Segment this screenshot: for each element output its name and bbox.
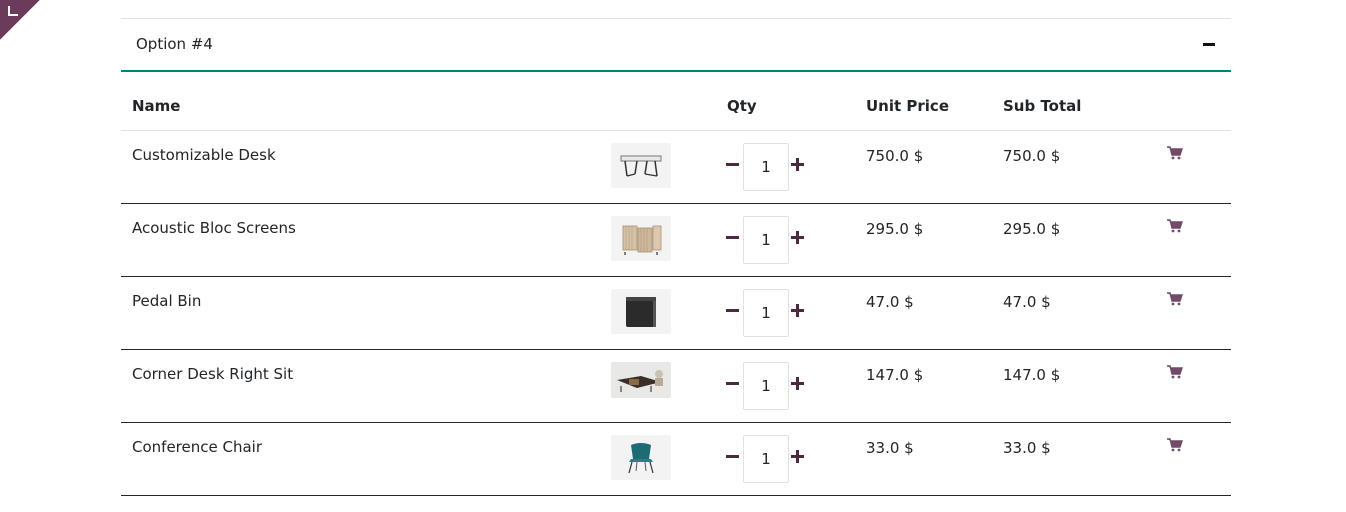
qty-decrease-button[interactable] [726, 376, 740, 390]
previous-option-title: O [135, 0, 146, 4]
product-name: Customizable Desk [132, 146, 276, 164]
chair-thumbnail [611, 435, 671, 480]
unit-price: 147.0 $ [866, 366, 924, 384]
qty-decrease-button[interactable] [726, 230, 740, 244]
table-row: Acoustic Bloc Screens 295.0 $ 295.0 $ [121, 204, 1231, 277]
sub-total: 750.0 $ [1003, 147, 1061, 165]
qty-input[interactable] [743, 435, 789, 483]
option-title: Option #4 [136, 35, 213, 53]
screens-thumbnail [611, 216, 671, 261]
previous-option-header[interactable]: O [121, 0, 1231, 19]
qty-input[interactable] [743, 289, 789, 337]
table-header: Name Qty Unit Price Sub Total [121, 72, 1231, 131]
product-name: Pedal Bin [132, 292, 202, 310]
sub-total: 147.0 $ [1003, 366, 1061, 384]
optional-products-table: Name Qty Unit Price Sub Total Customizab… [121, 72, 1231, 496]
qty-decrease-button[interactable] [726, 157, 740, 171]
table-row: Corner Desk Right Sit 147.0 $ 147.0 $ [121, 350, 1231, 423]
minus-icon[interactable] [1203, 43, 1215, 46]
qty-increase-button[interactable] [791, 303, 805, 317]
qty-decrease-button[interactable] [726, 303, 740, 317]
unit-price: 295.0 $ [866, 220, 924, 238]
qty-input[interactable] [743, 216, 789, 264]
sub-total: 295.0 $ [1003, 220, 1061, 238]
sub-total: 47.0 $ [1003, 293, 1051, 311]
table-row: Pedal Bin 47.0 $ 47.0 $ [121, 277, 1231, 350]
column-header-qty: Qty [727, 97, 757, 115]
option-header[interactable]: Option #4 [121, 19, 1231, 72]
unit-price: 33.0 $ [866, 439, 914, 457]
qty-input[interactable] [743, 362, 789, 410]
shopping-cart-icon[interactable] [1167, 291, 1183, 306]
table-row: Conference Chair 33.0 $ 33.0 $ [121, 423, 1231, 496]
corner-desk-thumbnail [611, 362, 671, 398]
desk-thumbnail [611, 143, 671, 188]
qty-increase-button[interactable] [791, 230, 805, 244]
qty-decrease-button[interactable] [726, 449, 740, 463]
shopping-cart-icon[interactable] [1167, 145, 1183, 160]
product-name: Acoustic Bloc Screens [132, 219, 296, 237]
column-header-unit-price: Unit Price [866, 97, 949, 115]
sub-total: 33.0 $ [1003, 439, 1051, 457]
column-header-sub-total: Sub Total [1003, 97, 1082, 115]
unit-price: 47.0 $ [866, 293, 914, 311]
qty-increase-button[interactable] [791, 157, 805, 171]
table-row: Customizable Desk 750.0 $ 750.0 $ [121, 131, 1231, 204]
corner-glyph-icon [8, 6, 18, 16]
qty-increase-button[interactable] [791, 376, 805, 390]
column-header-name: Name [132, 97, 181, 115]
unit-price: 750.0 $ [866, 147, 924, 165]
product-name: Conference Chair [132, 438, 262, 456]
corner-ribbon[interactable] [0, 0, 40, 40]
shopping-cart-icon[interactable] [1167, 364, 1183, 379]
bin-thumbnail [611, 289, 671, 334]
shopping-cart-icon[interactable] [1167, 437, 1183, 452]
qty-increase-button[interactable] [791, 449, 805, 463]
product-name: Corner Desk Right Sit [132, 365, 294, 383]
qty-input[interactable] [743, 143, 789, 191]
shopping-cart-icon[interactable] [1167, 218, 1183, 233]
